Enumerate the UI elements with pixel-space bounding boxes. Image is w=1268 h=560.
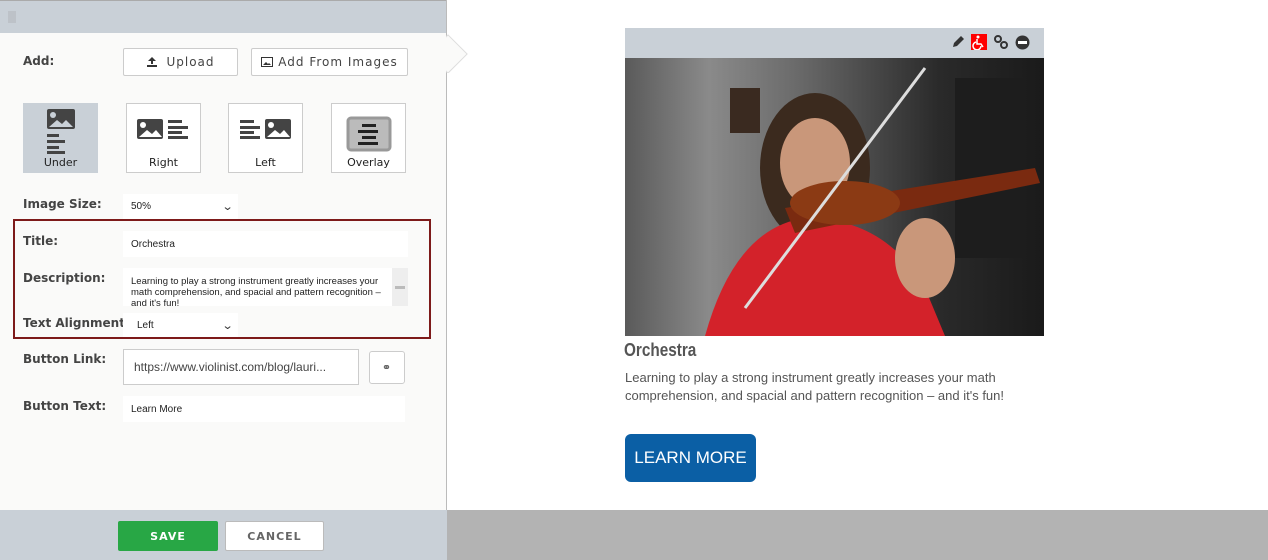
button-link-value: https://www.violinist.com/blog/lauri...	[134, 360, 327, 374]
upload-icon	[147, 57, 158, 67]
title-value: Orchestra	[131, 238, 175, 250]
upload-button[interactable]: Upload	[123, 48, 238, 76]
upload-label: Upload	[166, 55, 215, 69]
button-text-label: Button Text:	[23, 399, 107, 413]
layout-right[interactable]: Right	[126, 103, 201, 173]
text-alignment-label: Text Alignment:	[23, 316, 130, 330]
description-textarea[interactable]: Learning to play a strong instrument gre…	[123, 268, 408, 306]
add-from-images-label: Add From Images	[278, 55, 398, 69]
card-title: Orchestra	[624, 340, 697, 360]
preview-bottom-bar	[447, 510, 1268, 560]
layout-left[interactable]: Left	[228, 103, 303, 173]
title-label: Title:	[23, 234, 59, 248]
link-button[interactable]: ⚭	[369, 351, 405, 384]
scrollbar[interactable]	[392, 268, 408, 306]
layout-under[interactable]: Under	[23, 103, 98, 173]
save-button[interactable]: SAVE	[118, 521, 218, 551]
cancel-button[interactable]: CANCEL	[225, 521, 324, 551]
pencil-icon[interactable]	[951, 35, 965, 49]
card-toolbar	[625, 28, 1044, 58]
layout-right-icon	[136, 119, 188, 139]
image-size-select[interactable]: 50% ⌄	[123, 194, 238, 219]
card-photo	[625, 58, 1044, 336]
layout-right-label: Right	[149, 156, 178, 169]
link-icon[interactable]	[993, 34, 1009, 50]
image-icon	[261, 57, 274, 67]
button-text-input[interactable]: Learn More	[123, 396, 405, 422]
link-icon: ⚭	[381, 361, 393, 374]
layout-under-label: Under	[43, 156, 78, 169]
layout-overlay-label: Overlay	[347, 156, 390, 169]
title-input[interactable]: Orchestra	[123, 231, 408, 257]
chevron-down-icon: ⌄	[221, 201, 234, 213]
add-from-images-button[interactable]: Add From Images	[251, 48, 408, 76]
editor-panel: Add: Upload Add From Images Under Right …	[0, 0, 447, 560]
text-alignment-value: Left	[137, 319, 154, 331]
layout-overlay[interactable]: Overlay	[331, 103, 406, 173]
layout-under-icon	[46, 109, 75, 154]
text-alignment-select[interactable]: Left ⌄	[123, 313, 238, 337]
button-text-value: Learn More	[131, 403, 183, 415]
button-link-label: Button Link:	[23, 352, 107, 366]
panel-drag-header[interactable]	[0, 0, 446, 33]
add-label: Add:	[23, 54, 55, 68]
description-label: Description:	[23, 271, 106, 285]
violinist-photo	[705, 67, 1040, 336]
grip-icon[interactable]	[8, 11, 16, 23]
image-size-value: 50%	[131, 201, 152, 212]
remove-icon[interactable]	[1015, 35, 1030, 50]
learn-more-button[interactable]: LEARN MORE	[625, 434, 756, 482]
card-description: Learning to play a strong instrument gre…	[625, 370, 1005, 403]
panel-pointer	[446, 33, 468, 73]
accessibility-icon[interactable]	[971, 34, 987, 50]
button-link-input[interactable]: https://www.violinist.com/blog/lauri...	[123, 349, 359, 385]
layout-left-icon	[239, 119, 291, 139]
image-size-label: Image Size:	[23, 197, 102, 211]
layout-left-label: Left	[255, 156, 276, 169]
chevron-down-icon: ⌄	[221, 319, 234, 332]
layout-overlay-icon	[346, 116, 391, 152]
editor-footer: SAVE CANCEL	[0, 510, 447, 560]
description-value: Learning to play a strong instrument gre…	[131, 276, 381, 306]
